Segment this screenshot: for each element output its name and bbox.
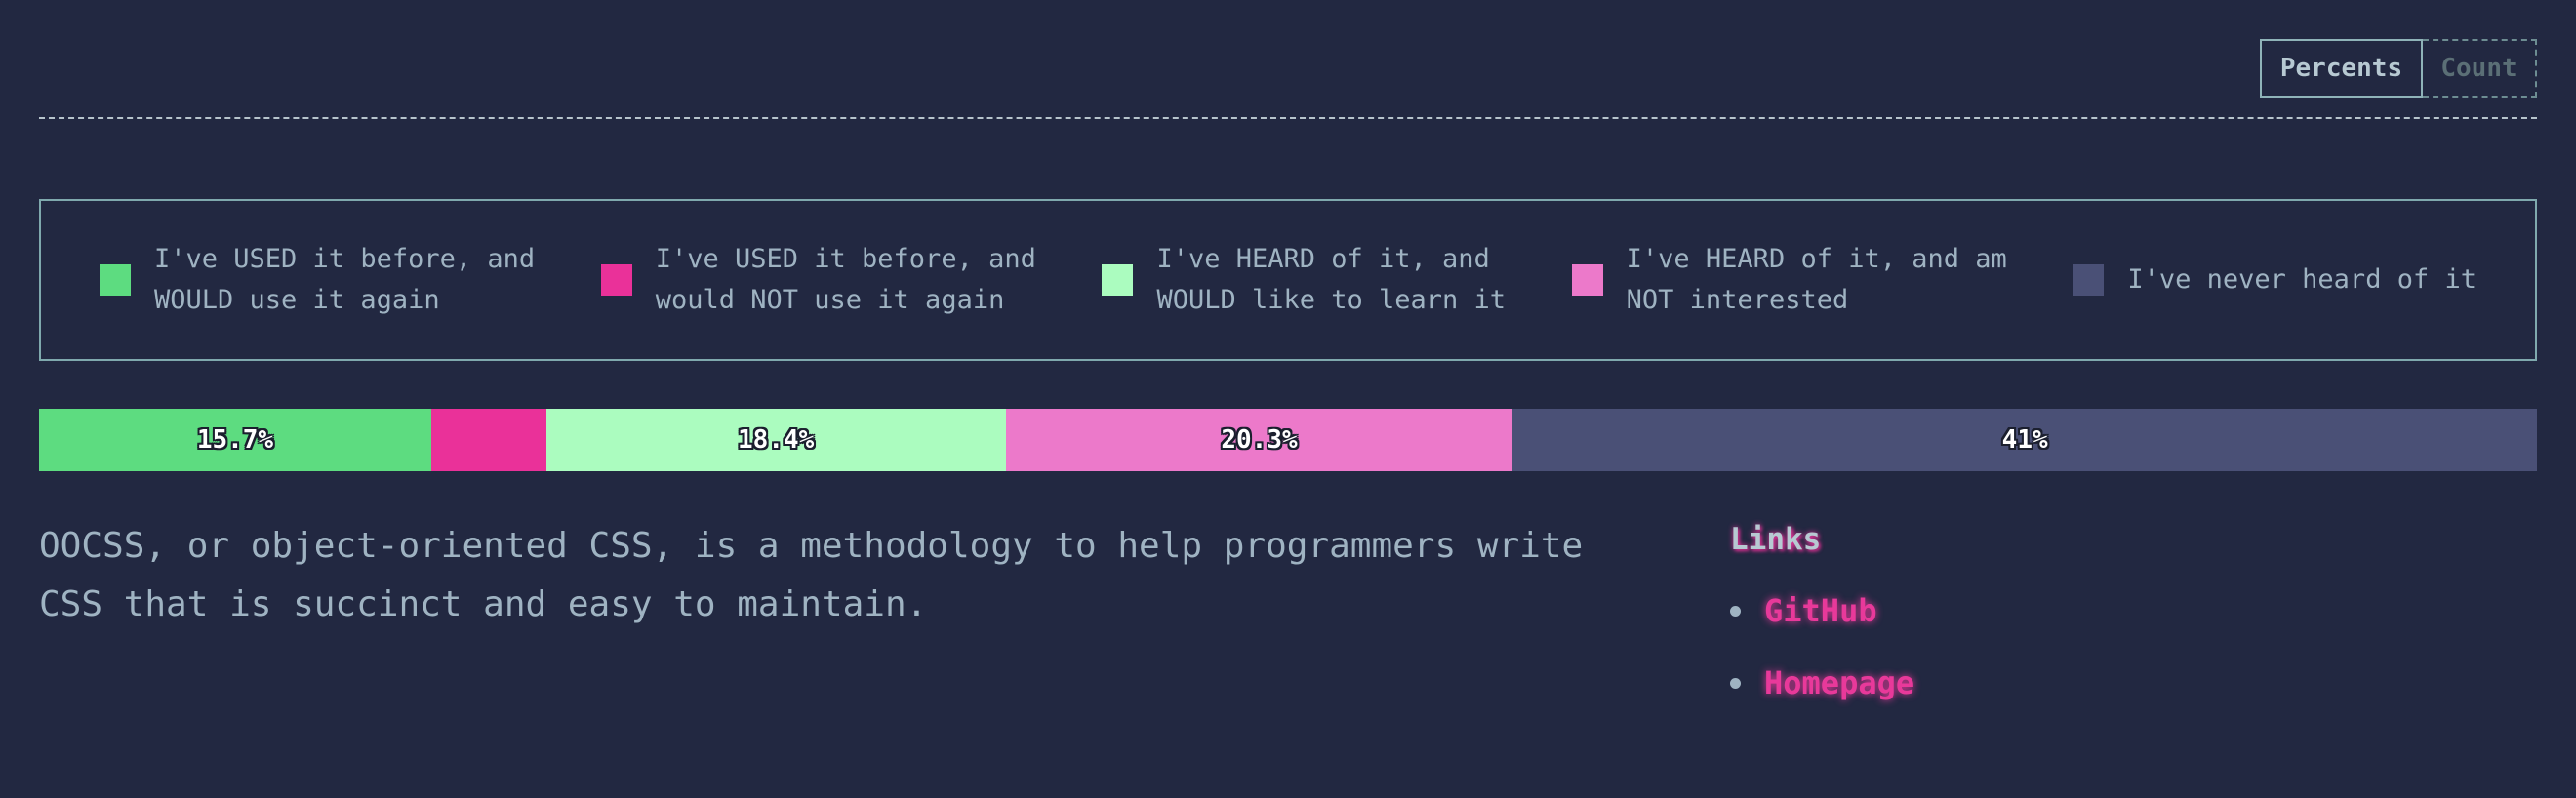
legend-label: I've never heard of it <box>2127 264 2476 295</box>
stacked-percent-bar: 15.7% 18.4% 20.3% 41% <box>39 409 2537 471</box>
bar-segment-used-would-use[interactable]: 15.7% <box>39 409 431 471</box>
legend-item-used-would-not-use: I've USED it before, and would NOT use i… <box>600 239 1036 321</box>
legend-label: I've USED it before, and WOULD use it ag… <box>154 244 536 315</box>
homepage-link[interactable]: Homepage <box>1764 664 1914 701</box>
links-section: Links GitHub Homepage <box>1730 522 1914 719</box>
bar-segment-heard-not-interested[interactable]: 20.3% <box>1005 409 1513 471</box>
legend-item-never-heard: I've never heard of it <box>2073 259 2476 300</box>
list-item: Homepage <box>1730 647 1914 719</box>
legend-swatch <box>1102 264 1134 296</box>
bar-segment-used-would-not-use[interactable] <box>430 409 546 471</box>
legend-swatch <box>2073 264 2105 296</box>
legend: I've USED it before, and WOULD use it ag… <box>39 199 2537 361</box>
legend-swatch <box>100 264 131 296</box>
legend-item-heard-would-learn: I've HEARD of it, and WOULD like to lear… <box>1102 239 1506 321</box>
legend-label: I've HEARD of it, and WOULD like to lear… <box>1156 244 1507 315</box>
legend-swatch <box>600 264 632 296</box>
bullet-icon <box>1730 677 1741 689</box>
bullet-icon <box>1730 605 1741 617</box>
description-text: OOCSS, or object-oriented CSS, is a meth… <box>39 526 1584 624</box>
legend-label: I've HEARD of it, and am NOT interested <box>1626 244 2007 315</box>
github-link[interactable]: GitHub <box>1764 592 1877 629</box>
dashed-divider <box>39 117 2537 119</box>
links-list: GitHub Homepage <box>1730 575 1914 719</box>
legend-swatch <box>1571 264 1603 296</box>
bar-segment-never-heard[interactable]: 41% <box>1512 409 2537 471</box>
percents-toggle-button[interactable]: Percents <box>2260 39 2423 98</box>
legend-label: I've USED it before, and would NOT use i… <box>655 244 1036 315</box>
list-item: GitHub <box>1730 575 1914 647</box>
legend-item-heard-not-interested: I've HEARD of it, and am NOT interested <box>1571 239 2007 321</box>
legend-item-used-would-use: I've USED it before, and WOULD use it ag… <box>100 239 535 321</box>
count-toggle-button[interactable]: Count <box>2423 39 2537 98</box>
bar-segment-heard-would-learn[interactable]: 18.4% <box>545 409 1006 471</box>
links-heading: Links <box>1730 522 1822 557</box>
view-toggle: Percents Count <box>2260 39 2537 98</box>
